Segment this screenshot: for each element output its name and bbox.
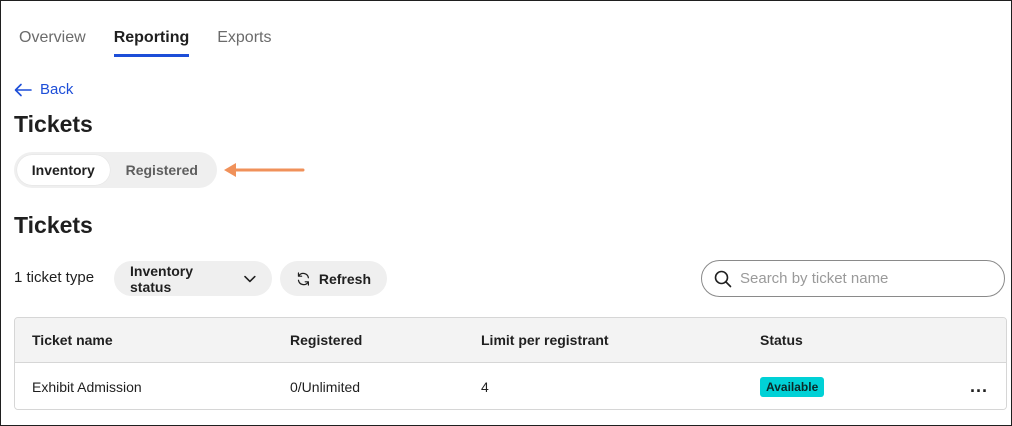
- arrow-left-icon: [14, 83, 32, 96]
- limit-cell: 4: [481, 378, 489, 395]
- tab-exports[interactable]: Exports: [217, 29, 271, 57]
- column-header-registered[interactable]: Registered: [290, 318, 362, 362]
- table-header: Ticket name Registered Limit per registr…: [15, 318, 1006, 363]
- inventory-status-dropdown[interactable]: Inventory status: [114, 261, 272, 296]
- toggle-registered[interactable]: Registered: [110, 155, 214, 185]
- tickets-table: Ticket name Registered Limit per registr…: [14, 317, 1007, 410]
- row-more-button[interactable]: ...: [970, 363, 989, 409]
- column-header-limit[interactable]: Limit per registrant: [481, 318, 609, 362]
- refresh-label: Refresh: [318, 270, 371, 287]
- column-header-status[interactable]: Status: [760, 318, 803, 362]
- tab-overview[interactable]: Overview: [19, 29, 86, 57]
- refresh-icon: [297, 271, 310, 286]
- inventory-status-label: Inventory status: [130, 262, 194, 295]
- status-cell: Available: [760, 363, 825, 409]
- annotation-arrow-icon: [224, 163, 305, 177]
- chevron-down-icon: [244, 275, 256, 282]
- inventory-registered-toggle: Inventory Registered: [14, 152, 217, 188]
- back-link[interactable]: Back: [14, 81, 73, 98]
- section-title: Tickets: [14, 212, 93, 238]
- tab-reporting[interactable]: Reporting: [113, 29, 190, 57]
- refresh-button[interactable]: Refresh: [280, 261, 387, 296]
- back-link-label: Back: [40, 81, 74, 98]
- page-title: Tickets: [14, 111, 93, 137]
- table-row[interactable]: Exhibit Admission 0/Unlimited 4 Availabl…: [15, 363, 1006, 409]
- column-header-ticket-name[interactable]: Ticket name: [32, 318, 113, 362]
- search-box: [701, 260, 1005, 297]
- more-horizontal-icon: ...: [970, 376, 989, 396]
- app-frame: Overview Reporting Exports Back Tickets …: [0, 0, 1012, 426]
- search-input[interactable]: [740, 270, 990, 287]
- ticket-name-cell: Exhibit Admission: [32, 378, 142, 395]
- ticket-type-count: 1 ticket type: [14, 269, 95, 286]
- toggle-inventory[interactable]: Inventory: [17, 155, 110, 185]
- registered-cell: 0/Unlimited: [290, 378, 361, 395]
- top-tabs: Overview Reporting Exports: [19, 29, 271, 57]
- status-badge: Available: [760, 376, 825, 397]
- search-icon: [714, 270, 732, 287]
